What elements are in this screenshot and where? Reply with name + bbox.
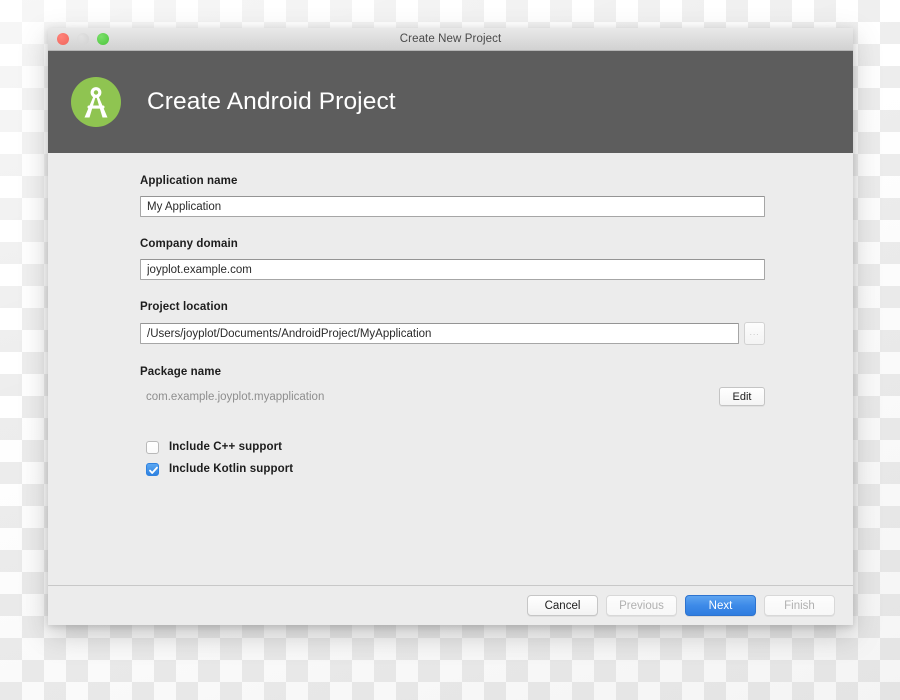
browse-folder-button[interactable]: ... — [744, 322, 765, 345]
window-titlebar[interactable]: Create New Project — [48, 28, 853, 51]
project-location-label: Project location — [140, 301, 228, 313]
support-options-group: Include C++ support Include Kotlin suppo… — [140, 436, 765, 480]
package-name-row: com.example.joyplot.myapplication Edit — [140, 387, 765, 406]
create-new-project-dialog: Create New Project Create Android Projec… — [48, 28, 853, 625]
include-cpp-support-row[interactable]: Include C++ support — [146, 436, 765, 458]
application-name-field-group: Application name — [140, 175, 765, 217]
package-name-label: Package name — [140, 366, 222, 378]
include-kotlin-support-checkbox[interactable] — [146, 462, 159, 476]
dialog-header-title: Create Android Project — [147, 88, 396, 115]
project-form: Application name Company domain Project … — [140, 175, 765, 480]
next-button[interactable]: Next — [685, 595, 756, 616]
project-location-field-group: Project location ... — [140, 301, 765, 345]
include-kotlin-support-row[interactable]: Include Kotlin support — [146, 458, 765, 480]
edit-package-name-button[interactable]: Edit — [719, 387, 765, 406]
company-domain-field-group: Company domain — [140, 238, 765, 280]
close-button-icon[interactable] — [57, 33, 69, 45]
company-domain-input[interactable] — [140, 259, 765, 280]
project-location-input[interactable] — [140, 323, 739, 344]
project-location-row: ... — [140, 322, 765, 345]
package-name-value: com.example.joyplot.myapplication — [146, 390, 325, 403]
dialog-header: Create Android Project — [48, 51, 853, 153]
include-kotlin-support-label: Include Kotlin support — [169, 463, 294, 475]
application-name-label: Application name — [140, 175, 238, 187]
company-domain-label: Company domain — [140, 238, 238, 250]
finish-button[interactable]: Finish — [764, 595, 835, 616]
window-title: Create New Project — [399, 33, 502, 45]
screenshot-canvas: Create New Project Create Android Projec… — [0, 0, 900, 700]
window-controls — [57, 33, 109, 45]
include-cpp-support-label: Include C++ support — [169, 441, 283, 453]
previous-button[interactable]: Previous — [606, 595, 677, 616]
cancel-button[interactable]: Cancel — [527, 595, 598, 616]
dialog-body: Application name Company domain Project … — [48, 153, 853, 625]
dialog-footer: Cancel Previous Next Finish — [48, 585, 853, 625]
zoom-button-icon[interactable] — [97, 33, 109, 45]
minimize-button-icon[interactable] — [77, 33, 89, 45]
android-studio-logo-icon — [67, 73, 125, 131]
package-name-field-group: Package name com.example.joyplot.myappli… — [140, 366, 765, 406]
application-name-input[interactable] — [140, 196, 765, 217]
include-cpp-support-checkbox[interactable] — [146, 440, 159, 454]
